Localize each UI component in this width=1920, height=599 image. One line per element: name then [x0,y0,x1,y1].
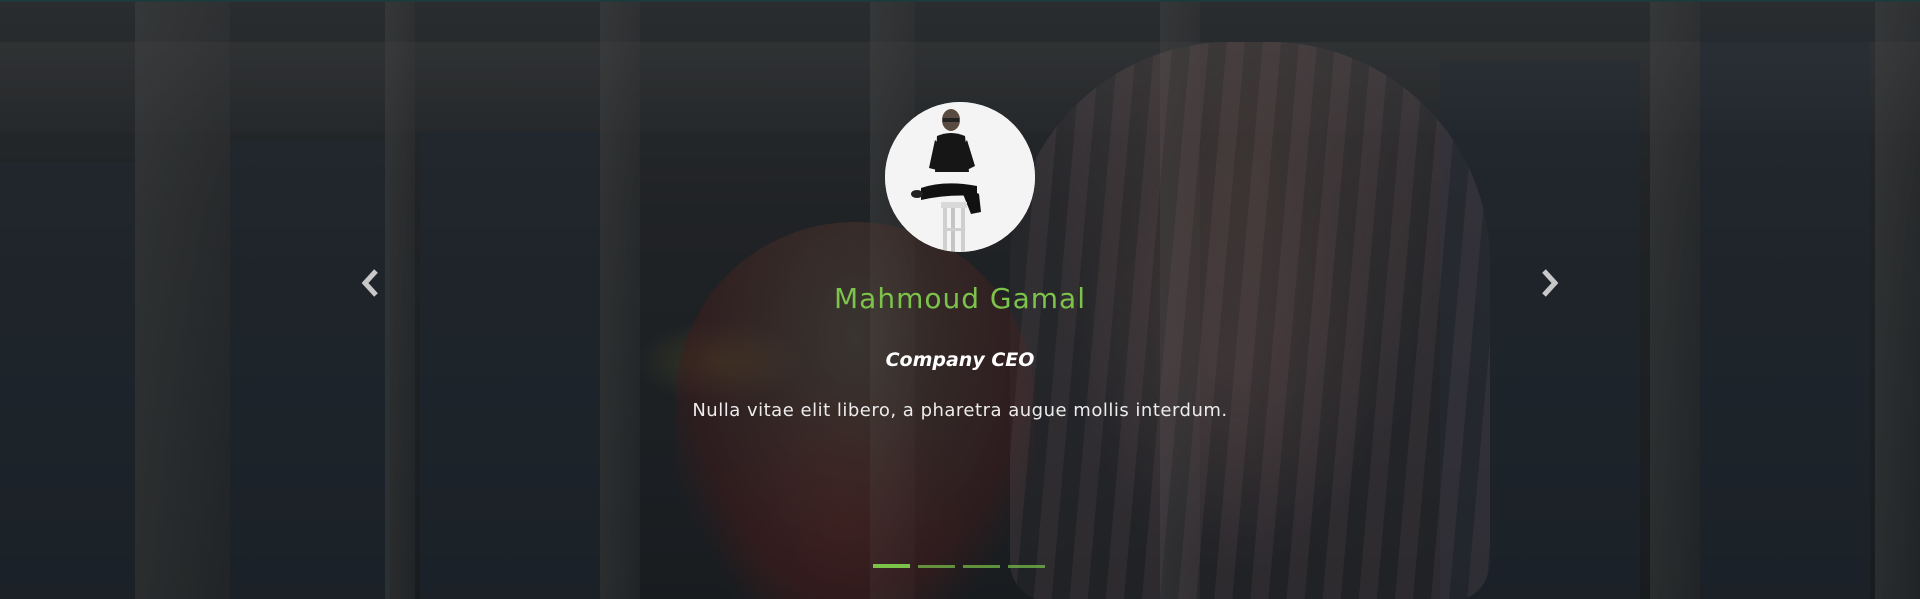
testimonial-role: Company CEO [885,349,1035,371]
slide-indicator-4[interactable] [1008,565,1045,568]
testimonial-quote: Nulla vitae elit libero, a pharetra augu… [692,400,1228,421]
person-photo-icon [885,102,1035,252]
testimonial-carousel: Mahmoud Gamal Company CEO Nulla vitae el… [0,0,1920,599]
slide-indicator-2[interactable] [918,565,955,568]
testimonial-name: Mahmoud Gamal [834,282,1086,315]
slide-indicator-1[interactable] [873,564,910,568]
chevron-right-icon [1542,269,1559,297]
chevron-left-icon [361,269,378,297]
avatar [885,102,1035,252]
carousel-indicators [873,564,1045,568]
slide-indicator-3[interactable] [963,565,1000,568]
next-slide-button[interactable] [1537,268,1561,298]
testimonial-content: Mahmoud Gamal Company CEO Nulla vitae el… [0,2,1920,599]
previous-slide-button[interactable] [359,268,383,298]
